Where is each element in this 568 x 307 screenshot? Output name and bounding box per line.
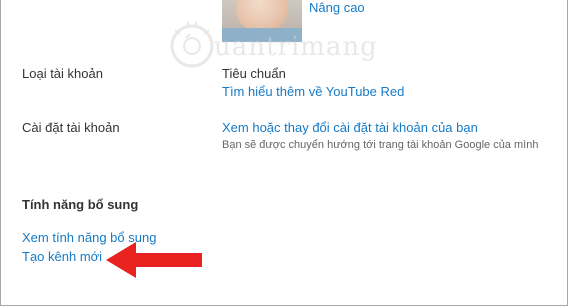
learn-more-youtube-red-link[interactable]: Tìm hiểu thêm về YouTube Red xyxy=(222,84,404,99)
account-settings-label: Cài đặt tài khoản xyxy=(22,120,120,135)
advanced-link[interactable]: Nâng cao xyxy=(309,0,365,15)
avatar-shirt xyxy=(222,28,302,42)
create-new-channel-link[interactable]: Tạo kênh mới xyxy=(22,249,102,264)
account-type-value: Tiêu chuẩn xyxy=(222,66,286,81)
profile-avatar[interactable] xyxy=(222,0,302,42)
account-type-label: Loại tài khoản xyxy=(22,66,103,81)
additional-features-heading: Tính năng bổ sung xyxy=(22,197,139,212)
account-settings-note: Bạn sẽ được chuyển hướng tới trang tài k… xyxy=(222,139,539,151)
account-settings-link[interactable]: Xem hoặc thay đổi cài đặt tài khoản của … xyxy=(222,120,478,135)
red-arrow-icon xyxy=(106,242,202,278)
